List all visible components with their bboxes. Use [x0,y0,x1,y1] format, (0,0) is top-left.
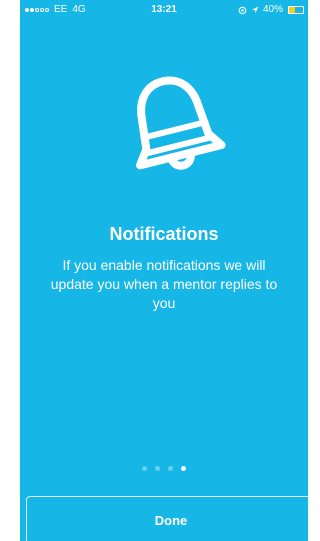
battery-icon [288,6,304,14]
done-button[interactable]: Done [26,496,308,541]
orientation-lock-icon [238,6,247,14]
onboarding-screen: EE 4G 13:21 40% Notifications If you ena… [20,0,308,541]
status-right: 40% [238,0,304,20]
page-indicator [20,466,308,471]
page-dot[interactable] [155,466,160,471]
onboarding-message: If you enable notifications we will upda… [50,257,278,311]
onboarding-title: Notifications [109,224,219,244]
battery-percent: 40% [262,4,283,15]
location-arrow-icon [251,6,259,14]
bell-icon [114,68,234,188]
status-bar: EE 4G 13:21 40% [20,0,308,20]
page-dot-active[interactable] [181,466,186,471]
page-dot[interactable] [142,466,147,471]
page-dot[interactable] [168,466,173,471]
battery-level [289,7,295,13]
